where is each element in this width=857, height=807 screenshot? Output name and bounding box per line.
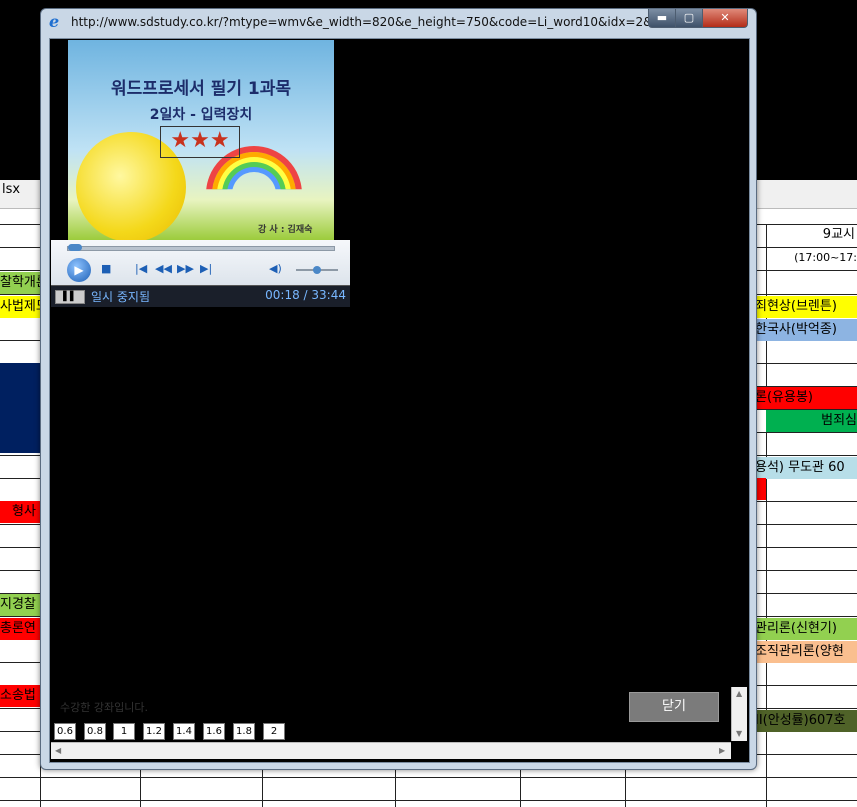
play-button[interactable]: ▶ [67,258,91,282]
seek-bar[interactable] [67,244,335,251]
sheet-cell: II(안성률)607호 [755,710,857,732]
player-controls: ▶ ■ |◀ ◀◀ ▶▶ ▶| ◀) [51,240,350,285]
stop-icon[interactable]: ■ [101,262,111,276]
horizontal-scrollbar[interactable]: ◀ ▶ [51,742,731,759]
player-status-bar: ▌▌ 일시 중지됨 00:18 / 33:44 [51,285,350,307]
gridline-col [140,770,141,807]
sheet-cell: (17:00~17: [794,251,857,264]
page-content: 워드프로세서 필기 1과목 2일차 - 입력장치 ★★★ 강 사 : 김재숙 ▶… [49,38,750,763]
video-title: 워드프로세서 필기 1과목 [110,79,292,99]
sheet-cell: 조직관리론(양현 [755,641,857,663]
sheet-cell: 총론연 [0,618,40,640]
speed-button[interactable]: 0.6 [54,723,76,740]
vertical-scrollbar[interactable]: ▲ ▼ [731,687,747,741]
speed-button[interactable]: 1.2 [143,723,165,740]
star-rating: ★★★ [160,126,240,158]
volume-icon[interactable]: ◀) [269,262,282,276]
gridline-col [262,770,263,807]
player-status-text: 일시 중지됨 [91,290,151,304]
lecturer-name: 강 사 : 김재숙 [258,225,313,235]
seek-knob[interactable] [68,244,83,251]
maximize-button[interactable]: ▢ [675,9,703,28]
sheet-cell: 지경찰 [0,594,40,616]
sheet-cell: 용석) 무도관 60 [755,457,857,479]
gridline-row [0,800,857,801]
fast-forward-icon[interactable]: ▶▶ [177,262,194,276]
spreadsheet-file-tab[interactable]: lsx [0,180,22,200]
rewind-icon[interactable]: ◀◀ [155,262,172,276]
close-lecture-button[interactable]: 닫기 [629,692,719,722]
speed-button[interactable]: 2 [263,723,285,740]
previous-icon[interactable]: |◀ [135,262,147,276]
pause-icon[interactable]: ▌▌ [55,290,85,304]
speed-button[interactable]: 1.8 [233,723,255,740]
sheet-cell: 한국사(박억종) [755,319,857,341]
sheet-cell: 찰학개론 [0,272,40,294]
sheet-cell: 사법제도 [0,296,40,318]
sheet-cell: 범죄심 [766,410,857,432]
speed-button[interactable]: 1.6 [203,723,225,740]
speed-button[interactable]: 0.8 [84,723,106,740]
next-icon[interactable]: ▶| [200,262,212,276]
player-time: 00:18 / 33:44 [265,288,346,302]
volume-knob[interactable] [313,266,321,274]
scroll-right-icon[interactable]: ▶ [719,746,725,755]
volume-slider[interactable] [296,266,338,274]
sheet-cell: 관리론(신현기) [755,618,857,640]
sheet-cell: 죄현상(브렌튼) [755,296,857,318]
scroll-up-icon[interactable]: ▲ [736,689,742,698]
video-subtitle: 2일차 - 입력장치 [149,107,253,123]
gridline-row [0,777,857,778]
ie-icon: e [49,12,60,31]
scroll-left-icon[interactable]: ◀ [55,746,61,755]
window-titlebar[interactable]: e http://www.sdstudy.co.kr/?mtype=wmv&e_… [41,9,756,37]
sheet-cell: 론(유용봉) [755,387,857,409]
close-window-button[interactable]: ✕ [702,9,748,28]
speed-button[interactable]: 1.4 [173,723,195,740]
speed-button[interactable]: 1 [113,723,135,740]
sheet-cell-navy [0,363,40,453]
sheet-cell: 9교시 [822,227,855,242]
minimize-button[interactable]: ▬ [648,9,676,28]
window-url: http://www.sdstudy.co.kr/?mtype=wmv&e_wi… [71,15,651,29]
gridline-col [625,770,626,807]
gridline-col [520,770,521,807]
sheet-cell: 소송법 [0,685,40,707]
sheet-cell: 형사 [0,501,40,523]
popup-browser-window: e http://www.sdstudy.co.kr/?mtype=wmv&e_… [40,8,757,770]
completed-notice: 수강한 강좌입니다. [60,701,148,714]
scroll-down-icon[interactable]: ▼ [736,729,742,738]
video-frame[interactable]: 워드프로세서 필기 1과목 2일차 - 입력장치 ★★★ 강 사 : 김재숙 [68,40,334,240]
gridline-col [395,770,396,807]
